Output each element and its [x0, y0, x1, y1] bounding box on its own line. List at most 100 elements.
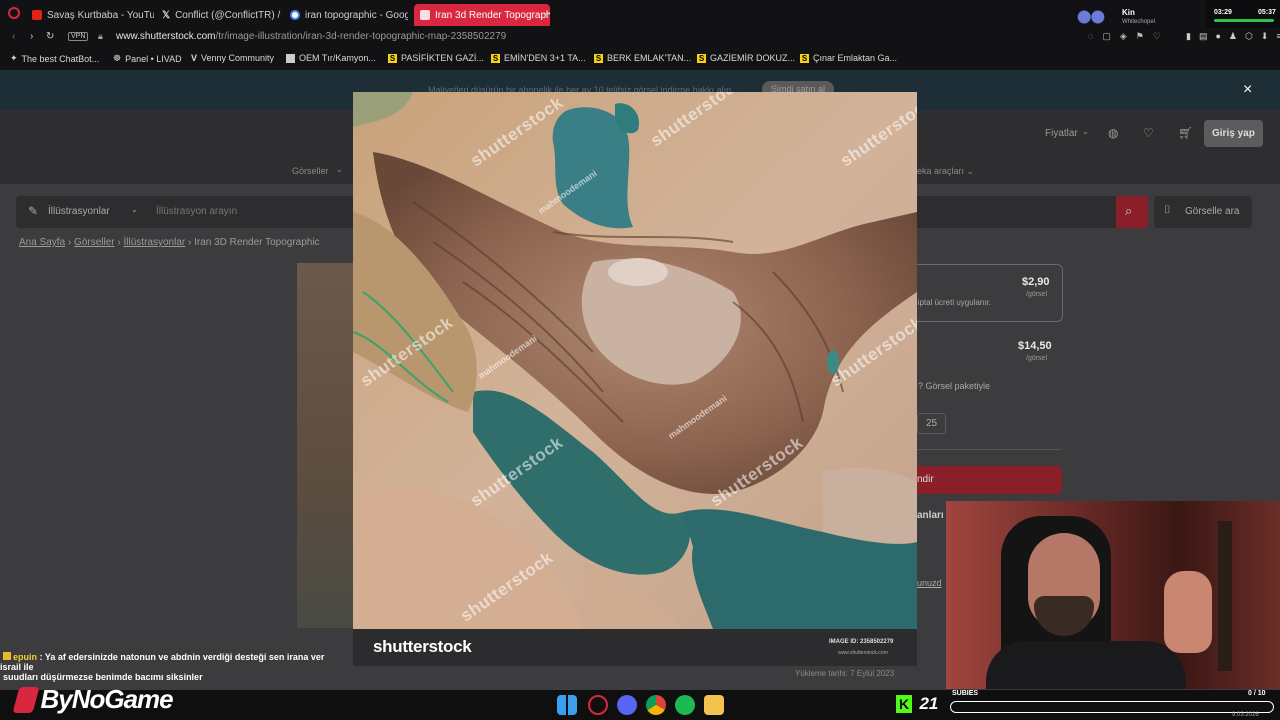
- pricing-divider: [917, 449, 1061, 450]
- cart-icon[interactable]: 🛒︎: [1178, 126, 1193, 140]
- bookmark-gaziemir[interactable]: S GAZİEMİR DOKUZ...: [697, 53, 795, 63]
- image-search-button[interactable]: ⌷ Görselle ara: [1154, 196, 1252, 228]
- forward-icon[interactable]: ›: [30, 31, 33, 42]
- bookmarks-bar: ✦ The best ChatBot... ☸ Panel • LIVAD V Ven…: [0, 48, 1280, 70]
- search-category-select[interactable]: İllüstrasyonlar: [48, 206, 110, 217]
- bookmark-label: Venny Community: [201, 53, 275, 63]
- pricing-link[interactable]: Fiyatlar: [1045, 128, 1078, 139]
- download-label: ndir: [917, 474, 934, 485]
- camera-icon: ⌷: [1164, 204, 1171, 216]
- nav-ai-tools[interactable]: eka araçları ⌄: [917, 166, 974, 177]
- login-button[interactable]: Giriş yap: [1204, 120, 1263, 147]
- youtube-icon: [32, 10, 42, 20]
- tab-label: Iran 3d Render Topograph: [435, 9, 550, 21]
- kick-count: 21: [919, 694, 939, 713]
- nav-images-chevron-icon: ⌄: [336, 165, 343, 174]
- heart-icon[interactable]: ♡: [1143, 126, 1154, 140]
- help-link[interactable]: unuzd: [917, 578, 942, 588]
- lock-icon: 🔒︎: [98, 31, 103, 41]
- bookmark-venny[interactable]: V Venny Community: [191, 53, 274, 63]
- bynogame-logo: ByNoGame: [12, 684, 174, 715]
- search-button[interactable]: ⌕: [1116, 196, 1148, 228]
- url-field[interactable]: www.shutterstock.com/tr/image-illustrati…: [116, 31, 506, 42]
- tab-youtube[interactable]: Savaş Kurtbaba - YouTube: [32, 4, 154, 26]
- reload-icon[interactable]: ↻: [46, 31, 54, 42]
- bookmark-pasifik[interactable]: S PASİFİKTEN GAZİ...: [388, 53, 484, 63]
- kick-counter: K 21: [896, 694, 938, 714]
- overlay-user-name: Kin: [1122, 8, 1135, 17]
- spotify-taskbar-icon[interactable]: [675, 695, 695, 715]
- url-host: www.shutterstock.com: [116, 31, 216, 42]
- bookmark-label: PASİFİKTEN GAZİ...: [401, 53, 484, 63]
- sahibinden-icon: S: [800, 53, 809, 63]
- timer-progress: [1214, 19, 1274, 22]
- bookmark-chatbot[interactable]: ✦ The best ChatBot...: [10, 53, 99, 64]
- subs-label: SUBIES: [952, 690, 979, 697]
- bookmark-oem[interactable]: OEM Tır/Kamyon...: [286, 53, 376, 63]
- guitar: [1218, 521, 1232, 671]
- sahibinden-icon: S: [594, 53, 603, 63]
- subs-count: 0 / 10: [1248, 690, 1266, 697]
- chrome-taskbar-icon[interactable]: [646, 695, 666, 715]
- panel-icon: ☸: [113, 53, 122, 63]
- iran-topographic-map: [353, 92, 917, 629]
- sahibinden-icon: S: [491, 53, 500, 63]
- stream-chat-message: epuin : Ya af edersinizde natonun ve abd…: [0, 652, 340, 688]
- address-bar: ‹ › ↻ VPN 🔒︎ www.shutterstock.com/tr/ima…: [0, 28, 1280, 48]
- search-input[interactable]: İllüstrasyon arayın: [156, 206, 237, 217]
- bookmark-label: The best ChatBot...: [21, 53, 100, 64]
- bynogame-brand: ByNoGame: [40, 684, 173, 714]
- tab-google[interactable]: iran topographic - Google: [290, 4, 408, 26]
- toolbar-icons: ◌▢◈⚑♡: [1088, 31, 1170, 42]
- taskbar: ByNoGame K 21 SUBIES 0 / 10 9.03.2026: [0, 684, 1280, 720]
- back-icon[interactable]: ‹: [12, 31, 15, 42]
- pencil-icon: ✎: [28, 204, 39, 218]
- license-text: anları: [917, 510, 944, 521]
- bookmark-label: EMİN'DEN 3+1 TA...: [504, 53, 586, 63]
- bookmark-panel[interactable]: ☸ Panel • LIVAD: [113, 53, 182, 64]
- chat-message-line1: Ya af edersinizde natonun ve abdnin verd…: [0, 652, 325, 672]
- discord-taskbar-icon[interactable]: [617, 695, 637, 715]
- opera-taskbar-icon[interactable]: [588, 695, 608, 715]
- chat-user: epuin: [13, 652, 37, 662]
- file-explorer-icon[interactable]: [704, 695, 724, 715]
- timer-left: 03:29: [1214, 9, 1232, 16]
- shutterstock-logo: shutterstock: [373, 637, 472, 656]
- pack-text: ? Görsel paketiyle: [918, 381, 991, 391]
- breadcrumb-images[interactable]: Görseller: [74, 237, 115, 248]
- bookmark-cinar[interactable]: S Çınar Emlaktan Ga...: [800, 53, 897, 63]
- windows-start-icon[interactable]: [557, 695, 577, 715]
- pack-count-option[interactable]: 25: [917, 413, 947, 434]
- alien-avatar-icon: [1074, 4, 1108, 30]
- search-icon: ⌕: [1125, 203, 1133, 218]
- bookmark-emin[interactable]: S EMİN'DEN 3+1 TA...: [491, 53, 586, 63]
- opera-logo-icon[interactable]: [8, 7, 20, 19]
- breadcrumb-home[interactable]: Ana Sayfa: [19, 237, 65, 248]
- price-subscription: $2,90: [1022, 276, 1050, 288]
- page-main-image[interactable]: [297, 263, 353, 628]
- bynogame-icon: [12, 686, 40, 713]
- bookmark-label: Panel • LIVAD: [125, 53, 182, 64]
- image-site: www.shutterstock.com: [838, 650, 888, 656]
- vpn-badge[interactable]: VPN: [68, 32, 89, 41]
- tab-x[interactable]: 𝕏 Conflict (@ConflictTR) / X: [162, 4, 282, 26]
- webcam-feed: [946, 501, 1280, 689]
- extensions-icons[interactable]: ▮▤●♟⬡⬇≡: [1186, 31, 1280, 41]
- modal-close-icon[interactable]: ×: [1243, 82, 1252, 98]
- subscription-note: n iptal ücreti uygulanır.: [911, 298, 992, 307]
- globe-icon[interactable]: ◍: [1108, 126, 1118, 140]
- google-icon: [290, 10, 300, 20]
- bookmark-berk[interactable]: S BERK EMLAK'TAN...: [594, 53, 691, 63]
- tab-shutterstock[interactable]: Iran 3d Render Topograph: [414, 4, 550, 26]
- breadcrumb-illustrations[interactable]: İllüstrasyonlar: [124, 237, 186, 248]
- oem-icon: [286, 53, 295, 63]
- new-tab-button[interactable]: +: [543, 7, 551, 20]
- bookmark-label: OEM Tır/Kamyon...: [299, 53, 376, 63]
- chat-badge-icon: [3, 652, 11, 660]
- download-button[interactable]: ndir: [917, 466, 1062, 494]
- browser-menu-icons: ▮▤●♟⬡⬇≡: [1186, 31, 1280, 42]
- chatbot-icon: ✦: [10, 53, 18, 63]
- nav-images[interactable]: Görseller: [292, 166, 329, 176]
- chat-separator: :: [37, 652, 45, 662]
- toolbar-extension-icons[interactable]: ◌▢◈⚑♡: [1088, 31, 1170, 41]
